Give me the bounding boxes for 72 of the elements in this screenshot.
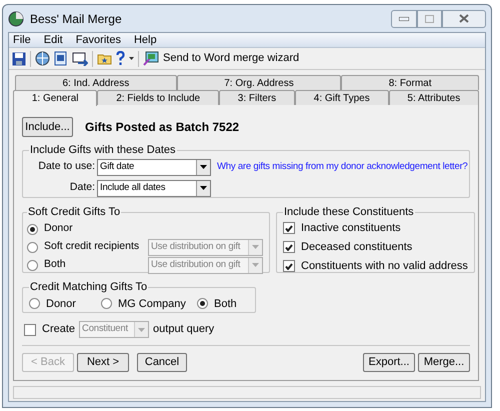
group-title: Include Gifts with these Dates: [29, 143, 177, 158]
checkbox-label: Create: [42, 322, 76, 338]
minimize-button[interactable]: [391, 10, 417, 28]
checkbox-label: Constituents with no valid address: [301, 258, 468, 274]
radio-label: Donor: [44, 221, 73, 236]
field-label: Date:: [68, 180, 95, 196]
tab[interactable]: 6: Ind. Address: [15, 75, 177, 90]
dialog-button[interactable]: Export...: [363, 353, 415, 372]
dropdown-arrow-icon: [138, 328, 146, 332]
tab[interactable]: 7: Org. Address: [176, 75, 342, 90]
wizard-icon: [143, 51, 159, 66]
checkbox[interactable]: [283, 222, 295, 234]
window-title: Bess' Mail Merge: [30, 10, 122, 28]
tab[interactable]: 5: Attributes: [388, 90, 480, 105]
group-title: Credit Matching Gifts To: [29, 280, 148, 295]
field-label: Date to use:: [37, 159, 95, 174]
dialog-button[interactable]: Next >: [77, 353, 129, 372]
checkbox[interactable]: [24, 324, 36, 336]
checkbox[interactable]: [283, 260, 295, 272]
word-merge-wizard-button[interactable]: Send to Word merge wizard: [143, 50, 300, 67]
group-title: Include these Constituents: [283, 205, 415, 220]
checkbox-label: Deceased constituents: [301, 240, 412, 255]
tab[interactable]: 3: Filters: [218, 90, 295, 105]
tab[interactable]: 2: Fields to Include: [97, 90, 219, 105]
radio-label: Both: [44, 257, 66, 272]
dropdown-arrow-icon: [252, 263, 259, 267]
dropdown-field[interactable]: Include all dates: [97, 180, 211, 196]
dropdown-arrow-icon: [252, 245, 259, 249]
close-button[interactable]: [442, 10, 486, 28]
document-icon[interactable]: [54, 51, 68, 66]
radio-label: MG Company: [118, 296, 186, 312]
dropdown-arrow-icon: [200, 165, 207, 169]
minimize-icon: [399, 16, 409, 20]
radio-button[interactable]: [27, 224, 38, 234]
menu-item[interactable]: Edit: [44, 32, 63, 48]
tab[interactable]: 1: General: [13, 90, 98, 106]
globe-icon[interactable]: [35, 51, 50, 66]
dialog-button[interactable]: Cancel: [137, 353, 187, 372]
maximize-icon: [425, 14, 434, 22]
dialog-button[interactable]: Merge...: [418, 353, 470, 372]
radio-button[interactable]: [27, 260, 38, 270]
dropdown-arrow-icon: [200, 186, 207, 190]
batch-label: Gifts Posted as Batch 7522: [85, 119, 240, 136]
dropdown-field[interactable]: Gift date: [97, 158, 211, 176]
radio-button[interactable]: [197, 298, 208, 310]
close-icon: [459, 14, 469, 23]
menu-item[interactable]: File: [13, 32, 31, 48]
app-icon: [8, 10, 24, 26]
tab[interactable]: 8: Format: [341, 75, 479, 90]
check-icon: [285, 262, 293, 270]
menu-item[interactable]: Favorites: [76, 32, 121, 48]
radio-button[interactable]: [29, 298, 40, 310]
monitor-arrow-icon[interactable]: [72, 52, 88, 66]
checkbox-label: Inactive constituents: [301, 220, 401, 236]
checkbox[interactable]: [283, 241, 295, 253]
folder-star-icon[interactable]: [97, 52, 112, 65]
radio-label: Both: [214, 296, 237, 312]
help-link[interactable]: Why are gifts missing from my donor acknowledgement letter?: [217, 160, 468, 174]
save-icon[interactable]: [12, 52, 26, 66]
field-label: output query: [153, 322, 214, 338]
check-icon: [285, 244, 293, 250]
group-title: Soft Credit Gifts To: [27, 205, 122, 220]
include-button[interactable]: Include...: [22, 117, 73, 137]
check-icon: [285, 224, 293, 232]
help-icon[interactable]: [116, 51, 125, 66]
tab[interactable]: 4: Gift Types: [294, 90, 389, 105]
radio-button[interactable]: [101, 298, 112, 310]
radio-label: Soft credit recipients: [44, 239, 140, 254]
radio-label: Donor: [46, 296, 76, 312]
dropdown-caret-icon[interactable]: [129, 57, 134, 60]
menu-item[interactable]: Help: [134, 32, 157, 48]
radio-button[interactable]: [27, 242, 38, 252]
